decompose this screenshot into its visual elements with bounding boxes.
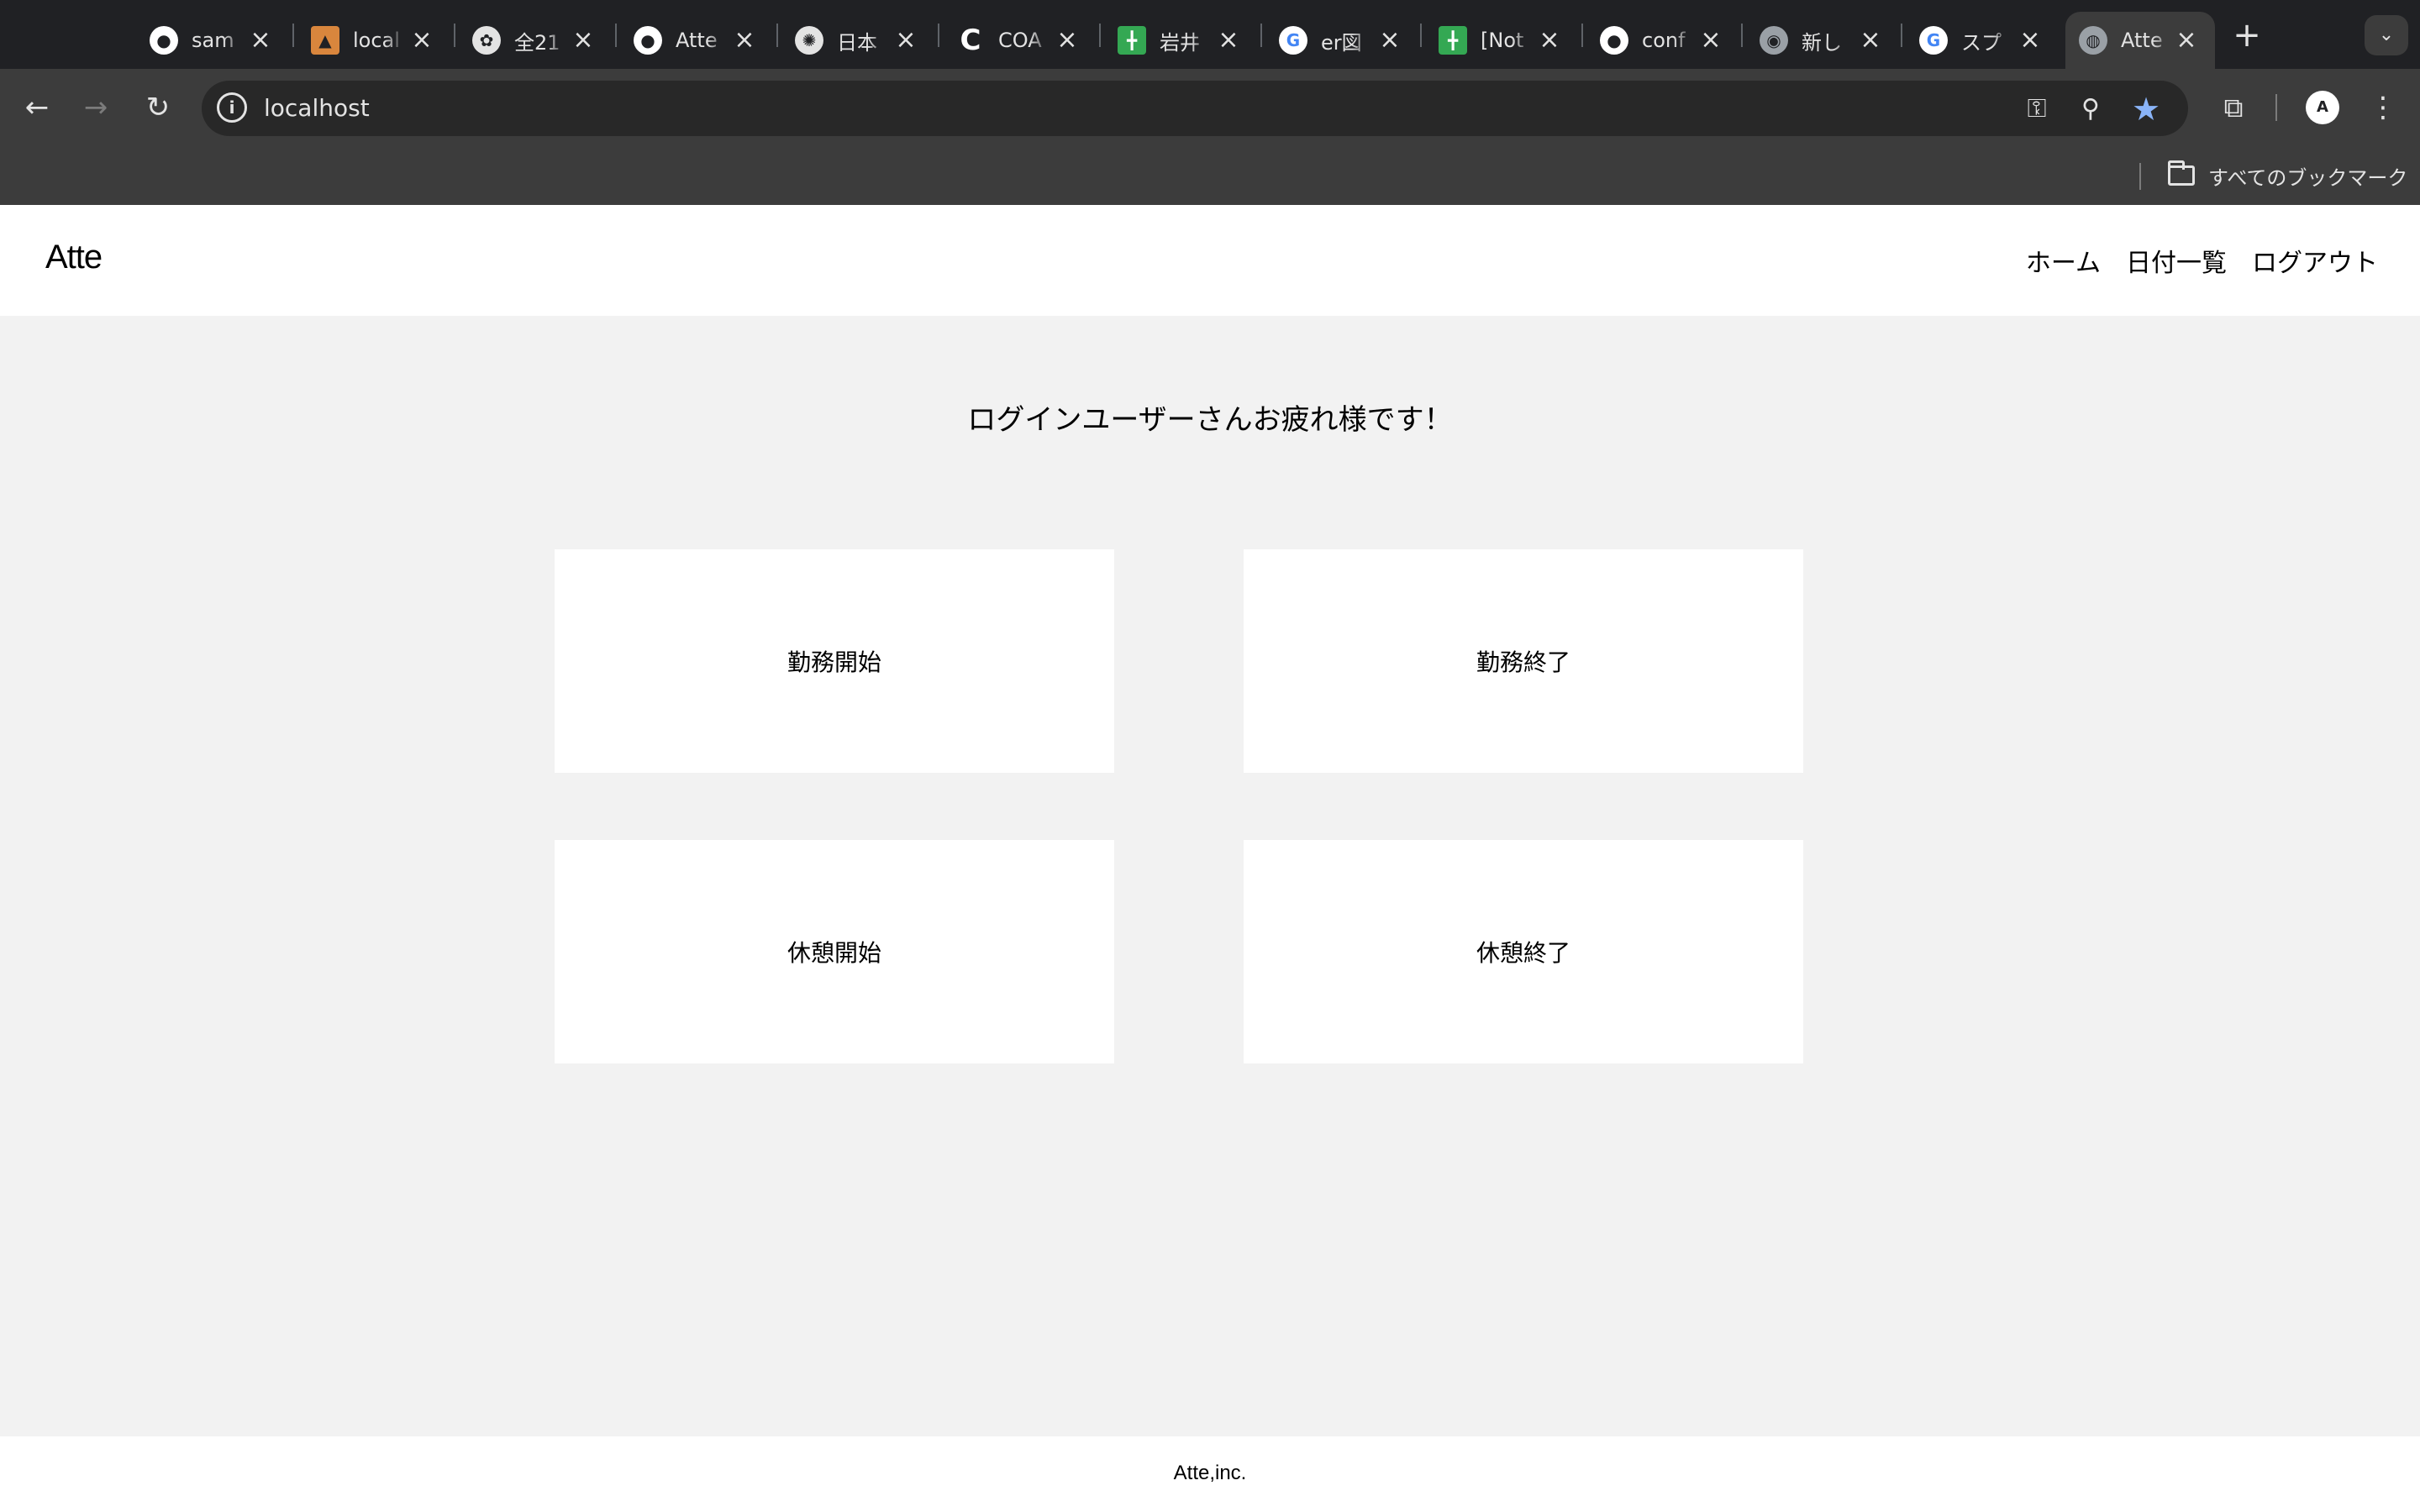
new-tab-button[interactable]: +	[2227, 15, 2267, 55]
address-url[interactable]: localhost	[264, 94, 370, 122]
info-icon[interactable]: i	[217, 92, 247, 123]
footer-copyright: Atte,inc.	[1173, 1462, 1247, 1484]
tab-title: Atte	[2121, 29, 2163, 52]
break-start-button[interactable]: 休憩開始	[555, 840, 1114, 1063]
close-icon[interactable]: ×	[2015, 25, 2045, 55]
browser-tab[interactable]: ╋ [Not ×	[1439, 12, 1565, 69]
close-icon[interactable]: ×	[1375, 25, 1405, 55]
back-button[interactable]: ←	[17, 87, 57, 128]
tab-title: [Not	[1481, 29, 1524, 52]
bookmarks-divider	[2139, 163, 2141, 190]
tab-title: スプ	[1961, 30, 2002, 55]
all-bookmarks-label: すべてのブックマーク	[2208, 165, 2408, 190]
nav-dates-link[interactable]: 日付一覧	[2126, 242, 2227, 279]
tab-separator	[1901, 24, 1902, 47]
tab-title: 日本	[837, 30, 877, 55]
nav-home-link[interactable]: ホーム	[2026, 242, 2101, 279]
close-icon[interactable]: ×	[729, 25, 760, 55]
reload-button[interactable]: ↻	[138, 87, 178, 128]
menu-icon[interactable]: ⋮	[2363, 87, 2403, 128]
google-icon: G	[1919, 26, 1948, 55]
github-icon: ●	[1600, 26, 1628, 55]
avatar[interactable]: A	[2306, 91, 2339, 124]
tab-separator	[1581, 24, 1583, 47]
openai-icon: ✺	[795, 26, 823, 55]
tab-separator	[615, 24, 617, 47]
key-icon[interactable]: ⚿	[2018, 91, 2055, 128]
close-icon[interactable]: ×	[891, 25, 921, 55]
work-end-button[interactable]: 勤務終了	[1244, 549, 1803, 773]
tab-title: er図	[1321, 30, 1362, 55]
break-end-button[interactable]: 休憩終了	[1244, 840, 1803, 1063]
work-start-button[interactable]: 勤務開始	[555, 549, 1114, 773]
tab-separator	[1420, 24, 1422, 47]
sheets-icon: ╋	[1118, 26, 1146, 55]
site-logo: Atte	[45, 239, 103, 276]
close-icon[interactable]: ×	[1855, 25, 1886, 55]
close-icon[interactable]: ×	[245, 25, 276, 55]
address-bar[interactable]: i localhost ⚿ ⚲ ★	[202, 81, 2188, 136]
browser-tab[interactable]: ✿ 全21 ×	[472, 12, 598, 69]
folder-icon	[2168, 160, 2195, 186]
browser-tab[interactable]: G er図 ×	[1279, 12, 1405, 69]
browser-tab[interactable]: ╋ 岩井 ×	[1118, 12, 1244, 69]
close-icon[interactable]: ×	[407, 25, 437, 55]
app-icon: ▲	[311, 26, 339, 55]
close-icon[interactable]: ×	[1052, 25, 1082, 55]
forward-button[interactable]: →	[76, 87, 116, 128]
toolbar-divider	[2275, 94, 2277, 121]
close-icon[interactable]: ×	[568, 25, 598, 55]
tab-title: COA	[998, 29, 1042, 52]
close-icon[interactable]: ×	[2171, 25, 2202, 55]
browser-toolbar: ← → ↻ i localhost ⚿ ⚲ ★ ⧉ A ⋮	[0, 69, 2420, 146]
tab-title: 岩井	[1160, 30, 1200, 55]
globe-icon: ◍	[2079, 26, 2107, 55]
browser-tab[interactable]: G スプ ×	[1919, 12, 2045, 69]
tab-title: conf	[1642, 29, 1686, 52]
greeting-message: ログインユーザーさんお疲れ様です！	[967, 403, 1453, 437]
github-icon: ●	[634, 26, 662, 55]
tab-separator	[1741, 24, 1743, 47]
site-header: Atte ホーム 日付一覧 ログアウト	[0, 205, 2420, 316]
extensions-icon[interactable]: ⧉	[2213, 87, 2254, 128]
browser-tab[interactable]: ◉ 新し ×	[1760, 12, 1886, 69]
all-bookmarks-button[interactable]: すべてのブックマーク	[2168, 158, 2407, 193]
zoom-icon[interactable]: ⚲	[2072, 91, 2109, 128]
coachtech-icon: C	[960, 24, 981, 57]
tab-title: local	[353, 29, 400, 52]
site-nav: ホーム 日付一覧 ログアウト	[2026, 242, 2378, 279]
browser-tab[interactable]: ● conf ×	[1600, 12, 1726, 69]
tab-title: sam	[192, 29, 234, 52]
tab-separator	[938, 24, 939, 47]
tab-search-button[interactable]: ⌄	[2365, 15, 2408, 55]
tab-title: 新し	[1802, 30, 1842, 55]
github-icon: ●	[150, 26, 178, 55]
browser-tab[interactable]: ● sam ×	[150, 12, 276, 69]
tab-separator	[454, 24, 455, 47]
tab-separator	[1260, 24, 1262, 47]
browser-tab-strip: ● sam × ▲ local × ✿ 全21 × ● Atte × ✺ 日本 …	[0, 0, 2420, 69]
chrome-icon: ◉	[1760, 26, 1788, 55]
tab-title: Atte	[676, 29, 718, 52]
close-icon[interactable]: ×	[1213, 25, 1244, 55]
close-icon[interactable]: ×	[1696, 25, 1726, 55]
close-icon[interactable]: ×	[1534, 25, 1565, 55]
bookmark-star-icon[interactable]: ★	[2128, 91, 2165, 128]
bookmarks-bar: すべてのブックマーク	[0, 146, 2420, 205]
google-icon: G	[1279, 26, 1307, 55]
tab-separator	[776, 24, 778, 47]
tab-title: 全21	[514, 30, 560, 55]
browser-tab[interactable]: C COA ×	[956, 12, 1082, 69]
sheets-icon: ╋	[1439, 26, 1467, 55]
browser-tab[interactable]: ✺ 日本 ×	[795, 12, 921, 69]
tab-separator	[1099, 24, 1101, 47]
browser-tab[interactable]: ● Atte ×	[634, 12, 760, 69]
tab-separator	[292, 24, 294, 47]
browser-tab[interactable]: ▲ local ×	[311, 12, 437, 69]
browser-tab-active[interactable]: ◍ Atte ×	[2065, 12, 2215, 69]
nav-logout-link[interactable]: ログアウト	[2252, 242, 2378, 279]
app-icon: ✿	[472, 26, 501, 55]
site-footer: Atte,inc.	[0, 1436, 2420, 1512]
